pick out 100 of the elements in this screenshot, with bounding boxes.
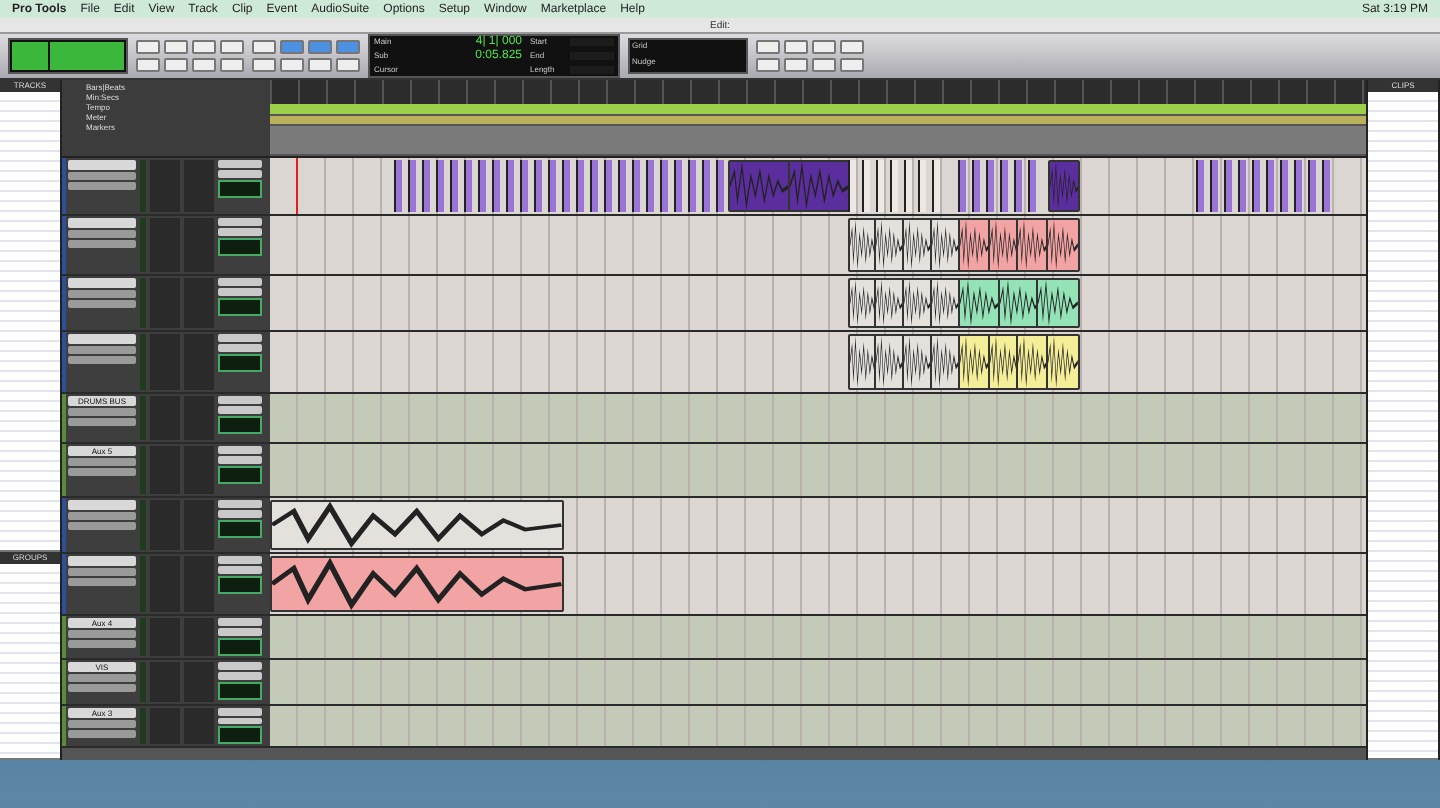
tool-button[interactable]: [336, 58, 360, 72]
track-button[interactable]: [68, 418, 136, 426]
audio-clip[interactable]: [985, 160, 994, 212]
audio-clip[interactable]: [1224, 160, 1233, 212]
tool-button[interactable]: [164, 40, 188, 54]
audio-clip[interactable]: [561, 160, 570, 212]
audio-clip[interactable]: [999, 160, 1008, 212]
audio-clip[interactable]: [645, 160, 654, 212]
track-button[interactable]: [68, 172, 136, 180]
tool-button[interactable]: [220, 58, 244, 72]
audio-clip[interactable]: [435, 160, 444, 212]
track-name-plate[interactable]: [68, 556, 136, 566]
track-button[interactable]: [68, 674, 136, 682]
audio-clip[interactable]: [1294, 160, 1303, 212]
audio-clip[interactable]: [533, 160, 542, 212]
tool-button[interactable]: [220, 40, 244, 54]
audio-clip[interactable]: [931, 160, 940, 212]
track-button[interactable]: [68, 730, 136, 738]
transport-button[interactable]: [756, 40, 780, 54]
audio-clip[interactable]: [1196, 160, 1205, 212]
audio-clip[interactable]: [491, 160, 500, 212]
audio-clip[interactable]: [687, 160, 696, 212]
track-button[interactable]: [68, 458, 136, 466]
track-button[interactable]: [68, 640, 136, 648]
track-button[interactable]: [68, 290, 136, 298]
audio-clip[interactable]: [1016, 334, 1051, 390]
audio-clip[interactable]: [1036, 278, 1081, 328]
track-button[interactable]: [68, 468, 136, 476]
tool-button[interactable]: [136, 58, 160, 72]
track-button[interactable]: [68, 684, 136, 692]
track-button[interactable]: [68, 522, 136, 530]
audio-clip[interactable]: [407, 160, 416, 212]
audio-clip[interactable]: [787, 160, 852, 212]
audio-clip[interactable]: [1238, 160, 1247, 212]
tool-button[interactable]: [252, 58, 276, 72]
audio-clip[interactable]: [505, 160, 514, 212]
audio-clip[interactable]: [971, 160, 980, 212]
tool-button[interactable]: [164, 58, 188, 72]
track-name-plate[interactable]: [68, 278, 136, 288]
io-selector[interactable]: [218, 717, 262, 725]
track-name-plate[interactable]: [68, 500, 136, 510]
audio-clip[interactable]: [917, 160, 926, 212]
audio-clip[interactable]: [449, 160, 458, 212]
tool-button[interactable]: [308, 58, 332, 72]
audio-clip[interactable]: [421, 160, 430, 212]
audio-clip[interactable]: [728, 160, 792, 212]
audio-clip[interactable]: [393, 160, 402, 212]
audio-clip[interactable]: [1046, 334, 1081, 390]
audio-clip[interactable]: [957, 160, 966, 212]
audio-clip[interactable]: [575, 160, 584, 212]
horizontal-scrollbar[interactable]: [62, 748, 1366, 760]
audio-clip[interactable]: [617, 160, 626, 212]
audio-clip[interactable]: [1322, 160, 1331, 212]
audio-clip[interactable]: [519, 160, 528, 212]
audio-clip[interactable]: [1027, 160, 1036, 212]
track-button[interactable]: [68, 630, 136, 638]
tool-button[interactable]: [192, 58, 216, 72]
transport-button[interactable]: [840, 58, 864, 72]
audio-clip[interactable]: [1046, 218, 1081, 272]
track-name-plate[interactable]: [68, 334, 136, 344]
audio-clip[interactable]: [1013, 160, 1022, 212]
track-name-plate[interactable]: [68, 218, 136, 228]
transport-button[interactable]: [840, 40, 864, 54]
track-name-plate[interactable]: [68, 160, 136, 170]
track-button[interactable]: [68, 240, 136, 248]
audio-clip[interactable]: [875, 160, 884, 212]
transport-button[interactable]: [784, 58, 808, 72]
audio-clip[interactable]: [1252, 160, 1261, 212]
audio-clip[interactable]: [861, 160, 870, 212]
audio-clip[interactable]: [1280, 160, 1289, 212]
track-button[interactable]: [68, 346, 136, 354]
track-button[interactable]: [68, 182, 136, 190]
transport-button[interactable]: [812, 40, 836, 54]
tool-button[interactable]: [192, 40, 216, 54]
clip-list[interactable]: [1368, 91, 1438, 760]
audio-clip[interactable]: [715, 160, 724, 212]
audio-clip[interactable]: [701, 160, 710, 212]
audio-clip[interactable]: [631, 160, 640, 212]
audio-clip[interactable]: [1266, 160, 1275, 212]
audio-clip[interactable]: [847, 160, 856, 212]
track-button[interactable]: [68, 300, 136, 308]
track-button[interactable]: [68, 512, 136, 520]
audio-clip[interactable]: [603, 160, 612, 212]
transport-button[interactable]: [756, 58, 780, 72]
tool-button[interactable]: [280, 58, 304, 72]
transport-button[interactable]: [784, 40, 808, 54]
track-button[interactable]: [68, 356, 136, 364]
track-button[interactable]: [68, 578, 136, 586]
tool-button[interactable]: [136, 40, 160, 54]
audio-clip[interactable]: [463, 160, 472, 212]
audio-clip[interactable]: [589, 160, 598, 212]
audio-clip[interactable]: [1308, 160, 1317, 212]
audio-clip[interactable]: [889, 160, 898, 212]
track-button[interactable]: [68, 568, 136, 576]
track-button[interactable]: [68, 720, 136, 728]
track-button[interactable]: [68, 408, 136, 416]
audio-clip[interactable]: [1016, 218, 1051, 272]
audio-clip[interactable]: [477, 160, 486, 212]
audio-clip[interactable]: [659, 160, 668, 212]
transport-button[interactable]: [812, 58, 836, 72]
